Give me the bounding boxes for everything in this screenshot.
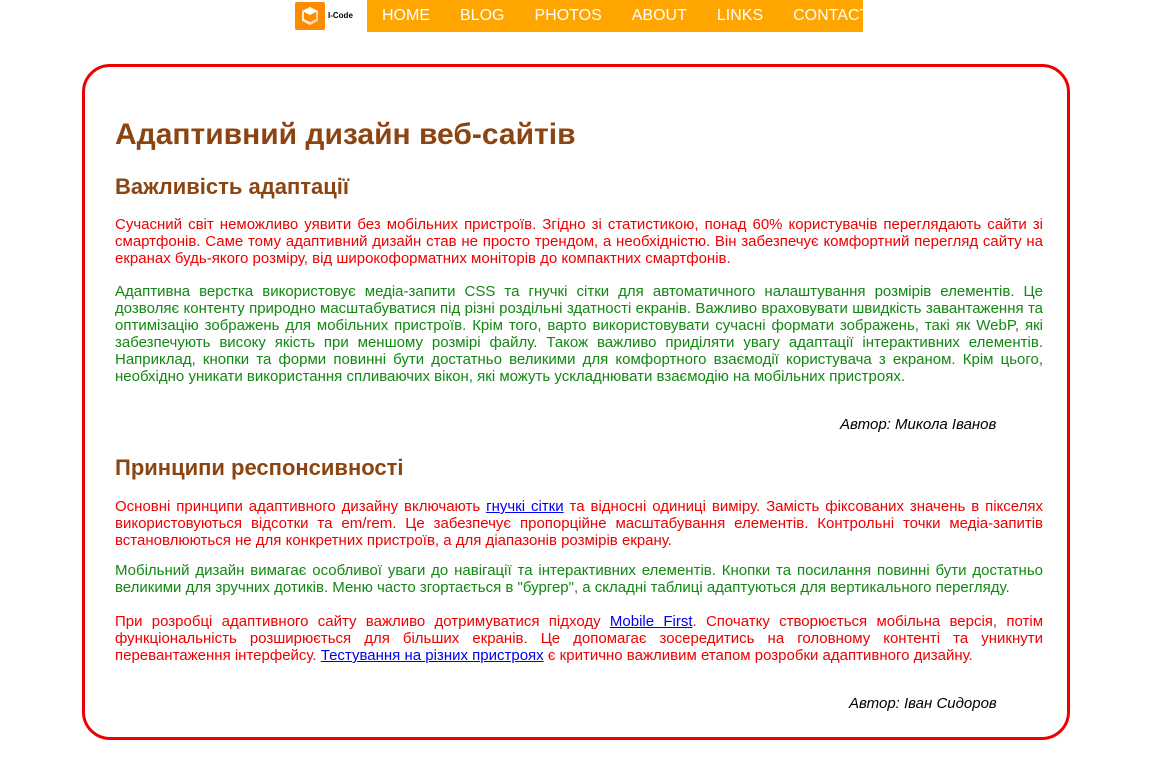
nav-blog[interactable]: BLOG <box>445 0 519 32</box>
nav-contact[interactable]: CONTACT <box>778 0 884 32</box>
mobile-first-link[interactable]: Mobile First <box>610 613 693 630</box>
author-signature-1: Автор: Микола Іванов <box>840 416 997 433</box>
site-logo[interactable]: I-Code <box>292 0 367 32</box>
top-navigation: I-Code HOME BLOG PHOTOS ABOUT LINKS CONT… <box>292 0 869 32</box>
text-segment: Основні принципи адаптивного дизайну вкл… <box>115 498 487 515</box>
nav-links[interactable]: LINKS <box>702 0 778 32</box>
main-menu: HOME BLOG PHOTOS ABOUT LINKS CONTACT <box>367 0 869 32</box>
logo-text: I-Code <box>328 11 353 20</box>
paragraph-principles-1: Основні принципи адаптивного дизайну вкл… <box>115 498 1043 549</box>
text-segment: При розробці адаптивного сайту важливо д… <box>115 613 610 630</box>
article-card: Адаптивний дизайн веб-сайтів Важливість … <box>82 64 1070 740</box>
article-title: Адаптивний дизайн веб-сайтів <box>115 118 576 151</box>
paragraph-importance-2: Адаптивна верстка використовує медіа-зап… <box>115 283 1043 385</box>
text-segment: є критично важливим етапом розробки адап… <box>543 647 973 664</box>
device-testing-link[interactable]: Тестування на різних пристроях <box>321 647 544 664</box>
paragraph-principles-3: При розробці адаптивного сайту важливо д… <box>115 613 1043 664</box>
author-signature-2: Автор: Іван Сидоров <box>849 695 997 712</box>
flexible-grids-link[interactable]: гнучкі сітки <box>486 498 564 515</box>
paragraph-importance-1: Сучасний світ неможливо уявити без мобіл… <box>115 216 1043 267</box>
nav-about[interactable]: ABOUT <box>617 0 702 32</box>
paragraph-principles-2: Мобільний дизайн вимагає особливої уваги… <box>115 562 1043 596</box>
section-heading-importance: Важливість адаптації <box>115 174 350 199</box>
nav-photos[interactable]: PHOTOS <box>519 0 616 32</box>
nav-home[interactable]: HOME <box>367 0 445 32</box>
section-heading-principles: Принципи респонсивності <box>115 455 404 480</box>
cube-logo-icon <box>295 2 325 30</box>
